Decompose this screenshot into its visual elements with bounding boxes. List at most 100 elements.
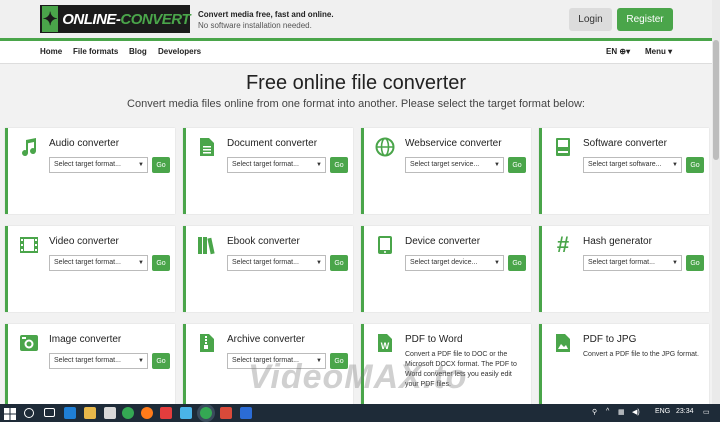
target-format-select[interactable]: Select target format... ▼ <box>583 255 682 271</box>
select-text: Select target format... <box>232 259 299 266</box>
target-device-select[interactable]: Select target device... ▼ <box>405 255 504 271</box>
card-video-converter: Video converter Select target format... ▼… <box>5 226 175 312</box>
card-title: Audio converter <box>49 138 120 149</box>
archive-icon <box>196 332 218 354</box>
nav-file-formats[interactable]: File formats <box>73 47 118 56</box>
tagline-primary: Convert media free, fast and online. <box>198 10 334 19</box>
card-title: Archive converter <box>227 334 305 345</box>
card-title: Ebook converter <box>227 236 300 247</box>
card-webservice-converter: Webservice converter Select target servi… <box>361 128 531 214</box>
select-text: Select target format... <box>588 259 655 266</box>
card-ebook-converter: Ebook converter Select target format... ▼… <box>183 226 353 312</box>
search-icon[interactable] <box>24 408 34 418</box>
books-icon <box>196 234 218 256</box>
chevron-down-icon: ▼ <box>138 358 144 364</box>
target-format-select[interactable]: Select target format... ▼ <box>227 157 326 173</box>
card-title: Image converter <box>49 334 122 345</box>
file-explorer-icon[interactable] <box>84 407 96 419</box>
firefox-icon[interactable] <box>141 407 153 419</box>
app-icon[interactable] <box>180 407 192 419</box>
chevron-down-icon: ▼ <box>316 260 322 266</box>
language-label: EN <box>606 47 618 56</box>
target-format-select[interactable]: Select target format... ▼ <box>49 255 148 271</box>
select-text: Select target format... <box>54 161 121 168</box>
go-button[interactable]: Go <box>152 353 170 369</box>
nav-blog[interactable]: Blog <box>129 47 147 56</box>
tagline: Convert media free, fast and online. No … <box>198 9 334 31</box>
target-format-select[interactable]: Select target format... ▼ <box>227 255 326 271</box>
chrome-icon[interactable] <box>122 407 134 419</box>
notifications-icon[interactable]: ▭ <box>703 408 710 416</box>
task-view-icon[interactable] <box>44 408 55 417</box>
select-text: Select target format... <box>232 161 299 168</box>
music-note-icon <box>18 136 40 158</box>
card-title: Document converter <box>227 138 318 149</box>
computer-icon <box>552 136 574 158</box>
card-title: Device converter <box>405 236 481 247</box>
chevron-down-icon: ▼ <box>494 162 500 168</box>
volume-icon[interactable]: ◀) <box>632 408 640 416</box>
select-text: Select target format... <box>54 357 121 364</box>
select-text: Select target software... <box>588 161 662 168</box>
windows-start-icon[interactable] <box>4 407 16 420</box>
go-button[interactable]: Go <box>330 255 348 271</box>
app-icon[interactable] <box>160 407 172 419</box>
app-icon[interactable] <box>220 407 232 419</box>
go-button[interactable]: Go <box>330 157 348 173</box>
card-title[interactable]: PDF to JPG <box>583 334 636 345</box>
menu-dropdown[interactable]: Menu ▾ <box>645 47 672 56</box>
logo-text: ONLINE-CONVERT <box>62 10 190 28</box>
chevron-up-icon[interactable]: ^ <box>606 408 609 415</box>
card-title[interactable]: PDF to Word <box>405 334 463 345</box>
go-button[interactable]: Go <box>152 157 170 173</box>
chevron-down-icon: ▼ <box>494 260 500 266</box>
page-title: Free online file converter <box>245 72 467 94</box>
card-title: Hash generator <box>583 236 652 247</box>
card-image-converter: Image converter Select target format... ▼… <box>5 324 175 410</box>
input-language[interactable]: ENG <box>655 408 670 415</box>
go-button[interactable]: Go <box>686 157 704 173</box>
go-button[interactable]: Go <box>508 255 526 271</box>
card-description: Convert a PDF file to the JPG format. <box>583 351 699 358</box>
target-software-select[interactable]: Select target software... ▼ <box>583 157 682 173</box>
chevron-down-icon: ▼ <box>672 260 678 266</box>
site-header: ✦ ONLINE-CONVERT Convert media free, fas… <box>0 0 712 41</box>
scrollbar-thumb[interactable] <box>713 40 719 160</box>
page-scrollbar[interactable] <box>712 0 720 404</box>
card-title: Software converter <box>583 138 667 149</box>
target-format-select[interactable]: Select target format... ▼ <box>49 353 148 369</box>
go-button[interactable]: Go <box>686 255 704 271</box>
edge-icon[interactable] <box>64 407 76 419</box>
nav-developers[interactable]: Developers <box>158 47 201 56</box>
select-text: Select target service... <box>410 161 480 168</box>
go-button[interactable]: Go <box>152 255 170 271</box>
card-title: Video converter <box>49 236 119 247</box>
network-icon[interactable]: ▦ <box>618 408 625 416</box>
clock[interactable]: 23:34 <box>676 408 694 415</box>
target-service-select[interactable]: Select target service... ▼ <box>405 157 504 173</box>
main-nav: Home File formats Blog Developers EN ⊕▾ … <box>0 41 712 64</box>
card-pdf-to-jpg[interactable]: PDF to JPG Convert a PDF file to the JPG… <box>539 324 709 410</box>
language-selector[interactable]: EN ⊕▾ <box>606 47 630 56</box>
chevron-down-icon: ▼ <box>138 162 144 168</box>
target-format-select[interactable]: Select target format... ▼ <box>49 157 148 173</box>
watermark: VideoMAX.to <box>248 358 468 396</box>
nav-home[interactable]: Home <box>40 47 62 56</box>
people-icon[interactable]: ⚲ <box>592 408 597 416</box>
go-button[interactable]: Go <box>508 157 526 173</box>
svg-text:W: W <box>381 341 390 351</box>
image-file-icon <box>552 332 574 354</box>
card-document-converter: Document converter Select target format.… <box>183 128 353 214</box>
word-icon[interactable] <box>240 407 252 419</box>
chrome-active-icon[interactable] <box>200 407 212 419</box>
site-logo[interactable]: ✦ ONLINE-CONVERT <box>40 5 190 33</box>
film-icon <box>18 234 40 256</box>
word-file-icon: W <box>374 332 396 354</box>
chevron-down-icon: ▾ <box>668 47 673 56</box>
card-title: Webservice converter <box>405 138 502 149</box>
register-button[interactable]: Register <box>617 8 673 31</box>
chevron-down-icon: ▼ <box>672 162 678 168</box>
page-subtitle: Convert media files online from one form… <box>127 98 585 110</box>
store-icon[interactable] <box>104 407 116 419</box>
login-button[interactable]: Login <box>569 8 612 31</box>
